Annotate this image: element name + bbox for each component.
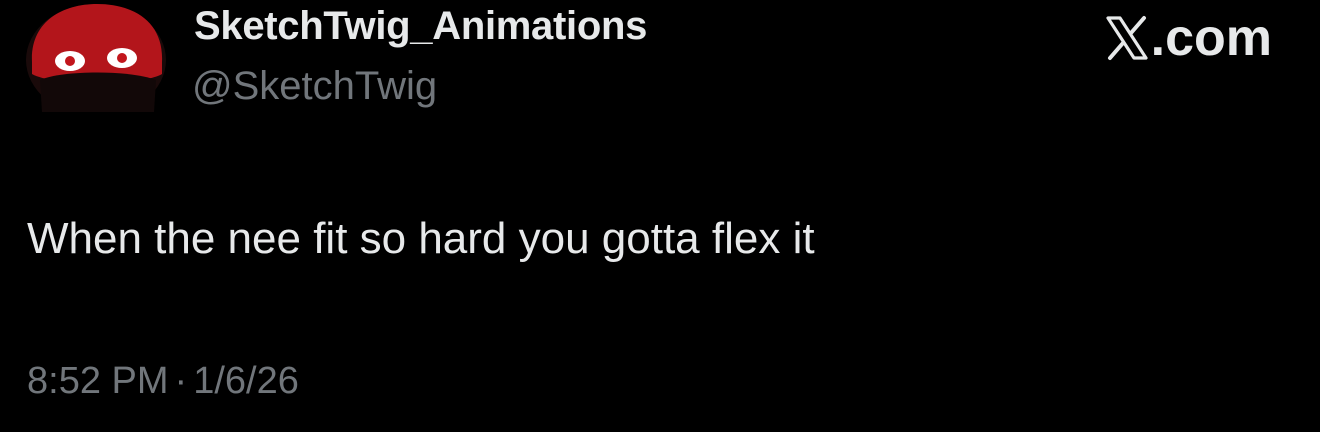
tweet-timestamp[interactable]: 8:52 PM · 1/6/26: [27, 360, 299, 403]
tweet-card: SketchTwig_Animations @SketchTwig .com W…: [0, 0, 1320, 432]
x-com-watermark: .com: [1105, 8, 1272, 68]
x-logo-icon: [1106, 16, 1148, 60]
tweet-time: 8:52 PM: [27, 360, 169, 402]
red-mask-face-icon: [26, 4, 166, 116]
user-handle[interactable]: @SketchTwig: [192, 64, 437, 109]
meta-separator: ·: [174, 360, 188, 402]
avatar[interactable]: [22, 2, 172, 116]
tweet-text: When the nee fit so hard you gotta flex …: [27, 214, 815, 263]
brand-domain-text: .com: [1150, 9, 1272, 67]
display-name[interactable]: SketchTwig_Animations: [194, 4, 647, 49]
tweet-date: 1/6/26: [193, 360, 299, 402]
